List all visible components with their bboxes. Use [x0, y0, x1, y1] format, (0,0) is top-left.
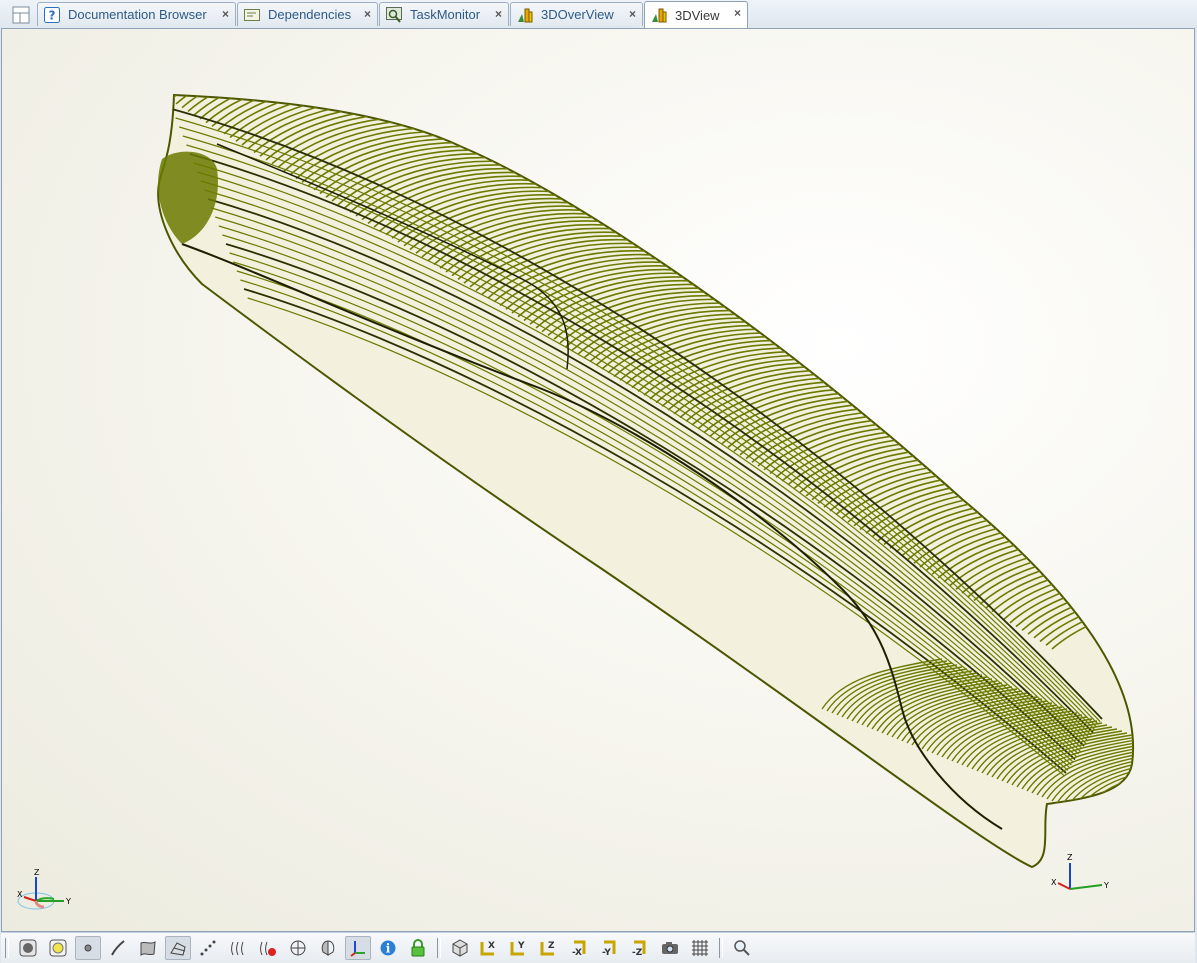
view-minus-y-icon[interactable]: -Y	[597, 936, 623, 960]
axis-label-z: Z	[34, 868, 40, 877]
axis-triad-left: Z Y X	[17, 868, 71, 910]
tab-label: Documentation Browser	[68, 7, 207, 22]
hull-frame-line	[163, 95, 375, 98]
axis-label-x: X	[17, 890, 23, 899]
toolbar-separator	[719, 938, 723, 958]
axis-label-x: X	[1051, 878, 1057, 887]
chart-icon	[517, 7, 533, 23]
layout-icon[interactable]	[10, 5, 32, 25]
zoom-icon[interactable]	[729, 936, 755, 960]
sections-icon[interactable]	[225, 936, 251, 960]
shaded-icon[interactable]	[15, 936, 41, 960]
hull-outline	[157, 93, 1134, 869]
axis-label-z: Z	[1067, 853, 1073, 862]
close-icon[interactable]: ×	[495, 7, 502, 21]
view-minus-z-icon[interactable]: -Z	[627, 936, 653, 960]
chart-icon	[651, 7, 667, 23]
hull-bow-line	[1116, 776, 1134, 828]
view-z-label: Z	[548, 941, 555, 951]
tab-label: Dependencies	[268, 7, 352, 22]
close-icon[interactable]: ×	[734, 6, 741, 20]
view-z-icon[interactable]: Z	[537, 936, 563, 960]
dependencies-icon	[244, 7, 260, 23]
task-monitor-icon	[386, 6, 402, 23]
3d-viewport[interactable]: Z Y X Z Y X	[1, 28, 1195, 932]
tab-dependencies[interactable]: Dependencies ×	[237, 2, 378, 26]
dots-icon[interactable]	[195, 936, 221, 960]
curve-icon[interactable]	[105, 936, 131, 960]
view-x-icon[interactable]: X	[477, 936, 503, 960]
toolbar-grip	[5, 938, 9, 958]
tab-bar: ? Documentation Browser × Dependencies ×…	[0, 0, 1197, 28]
view-toolbar: i X Y Z -X -Y -Z	[1, 932, 1195, 963]
hull-frame-line	[158, 46, 368, 93]
help-icon: ?	[44, 6, 60, 23]
tab-taskmonitor[interactable]: TaskMonitor ×	[379, 2, 509, 26]
point-icon[interactable]	[75, 936, 101, 960]
svg-text:i: i	[386, 942, 391, 956]
lock-icon[interactable]	[405, 936, 431, 960]
highlight-icon[interactable]	[45, 936, 71, 960]
view-minus-x-label: -X	[572, 948, 582, 957]
half-icon[interactable]	[315, 936, 341, 960]
surface-icon[interactable]	[135, 936, 161, 960]
grid-icon[interactable]	[687, 936, 713, 960]
camera-icon[interactable]	[657, 936, 683, 960]
tab-label: TaskMonitor	[410, 7, 481, 22]
view-minus-y-label: -Y	[602, 948, 611, 957]
axis-label-y: Y	[65, 897, 71, 906]
hide-icon[interactable]	[255, 936, 281, 960]
axis-label-y: Y	[1103, 881, 1109, 890]
tab-3dview[interactable]: 3DView ×	[644, 1, 748, 28]
hull-bow-line	[1111, 774, 1134, 826]
view-y-label: Y	[517, 941, 525, 951]
tab-label: 3DView	[675, 7, 720, 23]
cross-section-icon[interactable]	[285, 936, 311, 960]
svg-text:?: ?	[49, 8, 56, 22]
axis-triad-right: Z Y X	[1051, 853, 1109, 890]
wireframe-icon[interactable]	[165, 936, 191, 960]
view-minus-z-label: -Z	[632, 948, 643, 957]
tab-label: 3DOverView	[541, 7, 614, 22]
tab-documentation-browser[interactable]: ? Documentation Browser ×	[37, 2, 236, 26]
info-icon[interactable]: i	[375, 936, 401, 960]
cube-icon[interactable]	[447, 936, 473, 960]
hull-frame-line	[152, 42, 362, 89]
view-x-label: X	[488, 941, 495, 951]
view-minus-x-icon[interactable]: -X	[567, 936, 593, 960]
close-icon[interactable]: ×	[222, 7, 229, 21]
close-icon[interactable]: ×	[629, 7, 636, 21]
close-icon[interactable]: ×	[364, 7, 371, 21]
view-y-icon[interactable]: Y	[507, 936, 533, 960]
hull-frame-line	[169, 95, 381, 101]
tab-3doverview[interactable]: 3DOverView ×	[510, 2, 643, 26]
axis-icon[interactable]	[345, 936, 371, 960]
toolbar-separator	[437, 938, 441, 958]
ship-hull-wireframe[interactable]	[2, 29, 1194, 931]
